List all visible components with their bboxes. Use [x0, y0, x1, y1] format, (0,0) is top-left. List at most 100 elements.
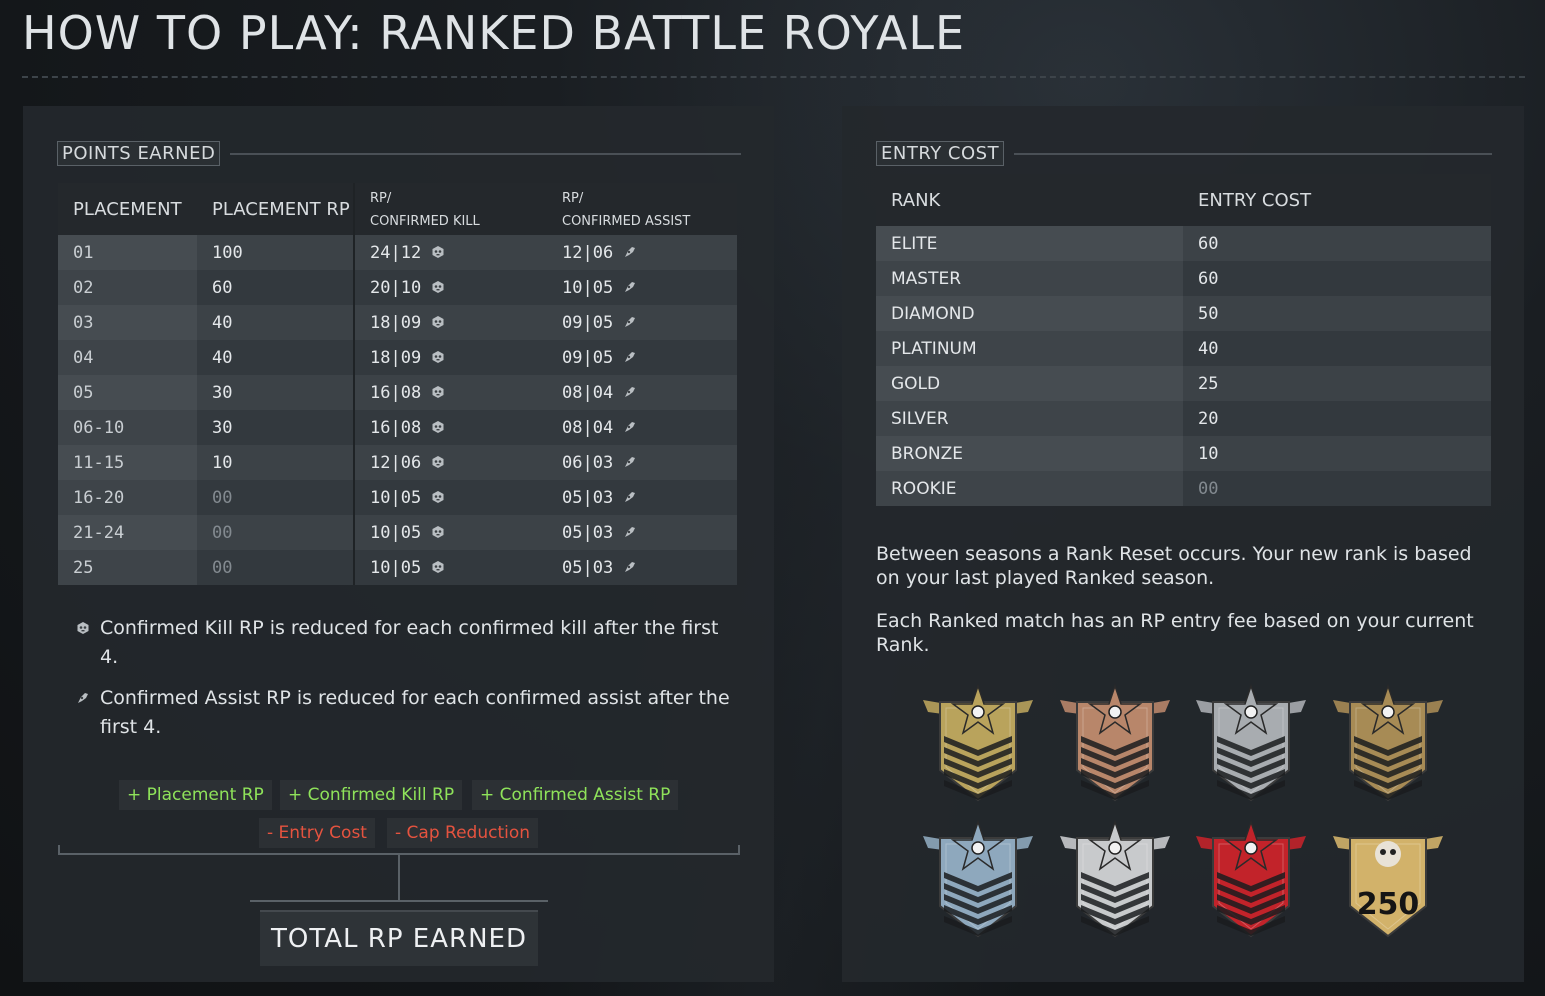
platinum-chevron-rank-badge — [1055, 814, 1175, 944]
title-divider — [22, 76, 1525, 78]
table-row: 01 100 24|12 12|06 — [58, 235, 737, 270]
gold-chevron-rank-badge — [918, 678, 1038, 808]
table-row: 06-10 30 16|08 08|04 — [58, 410, 737, 445]
header-placement-rp: PLACEMENT RP — [197, 183, 354, 235]
table-row: 21-24 00 10|05 05|03 — [58, 515, 737, 550]
confirmed-assist-icon — [625, 491, 636, 502]
table-row: 11-15 10 12|06 06|03 — [58, 445, 737, 480]
assist-rp-value: 08|04 — [562, 417, 614, 438]
placement-rp-cell: 40 — [197, 340, 354, 375]
placement-cell: 06-10 — [58, 410, 197, 445]
confirmed-kill-icon — [432, 350, 444, 363]
kill-rp-cell: 16|08 — [353, 410, 547, 445]
confirmed-kill-icon — [432, 385, 444, 398]
placement-cell: 02 — [58, 270, 197, 305]
kill-rp-cell: 10|05 — [353, 480, 547, 515]
confirmed-assist-icon — [625, 421, 636, 432]
assist-rp-value: 08|04 — [562, 382, 614, 403]
skull-250-rank-badge: 250 — [1328, 814, 1448, 944]
placement-cell: 05 — [58, 375, 197, 410]
confirmed-kill-icon — [77, 622, 89, 634]
confirmed-assist-icon — [625, 351, 636, 362]
table-row: ROOKIE 00 — [876, 471, 1491, 506]
confirmed-assist-icon — [625, 316, 636, 327]
entry-cost-chip: - Entry Cost — [259, 818, 375, 848]
confirmed-kill-icon — [432, 525, 444, 538]
table-row: 16-20 00 10|05 05|03 — [58, 480, 737, 515]
table-row: 02 60 20|10 10|05 — [58, 270, 737, 305]
confirmed-assist-icon — [625, 246, 636, 257]
table-row: 03 40 18|09 09|05 — [58, 305, 737, 340]
assist-rp-cell: 05|03 — [547, 515, 737, 550]
rank-cell: SILVER — [876, 401, 1183, 436]
entry-cost-cell: 60 — [1183, 226, 1491, 261]
assist-rp-value: 12|06 — [562, 242, 614, 263]
header-rank: RANK — [876, 174, 1183, 226]
assist-rp-value: 10|05 — [562, 277, 614, 298]
kill-rp-cell: 18|09 — [353, 340, 547, 375]
formula-result-bar — [250, 900, 548, 902]
placement-rp-cell: 40 — [197, 305, 354, 340]
header-assist-bottom: CONFIRMED ASSIST — [562, 214, 691, 229]
kill-rp-cell: 12|06 — [353, 445, 547, 480]
kill-rp-cell: 18|09 — [353, 305, 547, 340]
kill-rp-value: 16|08 — [370, 382, 422, 403]
table-row: GOLD 25 — [876, 366, 1491, 401]
points-earned-header: POINTS EARNED — [57, 141, 741, 166]
entry-cost-header: ENTRY COST — [876, 141, 1492, 166]
formula-connector — [398, 855, 400, 900]
confirmed-assist-icon — [625, 456, 636, 467]
assist-rp-cell: 09|05 — [547, 305, 737, 340]
gold-brown-chevron-rank-badge — [1328, 678, 1448, 808]
table-row: MASTER 60 — [876, 261, 1491, 296]
confirmed-kill-icon — [432, 280, 444, 293]
confirmed-kill-rp-chip: + Confirmed Kill RP — [280, 780, 463, 810]
confirmed-kill-icon — [432, 315, 444, 328]
header-kill-top: RP/ — [370, 191, 392, 206]
kill-rp-cell: 10|05 — [353, 515, 547, 550]
assist-rp-cell: 05|03 — [547, 550, 737, 585]
placement-cell: 04 — [58, 340, 197, 375]
rank-cell: ELITE — [876, 226, 1183, 261]
entry-cost-table: RANK ENTRY COST ELITE 60 MASTER 60 DIAMOND 50… — [876, 174, 1491, 506]
section-divider — [230, 152, 741, 155]
kill-rp-value: 18|09 — [370, 347, 422, 368]
kill-rp-value: 18|09 — [370, 312, 422, 333]
assist-rp-value: 09|05 — [562, 312, 614, 333]
points-table: PLACEMENT PLACEMENT RP RP/ CONFIRMED KIL… — [58, 183, 737, 585]
bronze-chevron-rank-badge — [1055, 678, 1175, 808]
page-title: HOW TO PLAY: RANKED BATTLE ROYALE — [22, 6, 966, 60]
table-row: 25 00 10|05 05|03 — [58, 550, 737, 585]
confirmed-assist-icon — [625, 561, 636, 572]
kill-rp-value: 20|10 — [370, 277, 422, 298]
confirmed-assist-icon — [625, 281, 636, 292]
assist-rp-cell: 08|04 — [547, 375, 737, 410]
confirmed-kill-icon — [432, 490, 444, 503]
placement-cell: 21-24 — [58, 515, 197, 550]
table-row: PLATINUM 40 — [876, 331, 1491, 366]
confirmed-assist-icon — [625, 386, 636, 397]
diamond-chevron-rank-badge — [918, 814, 1038, 944]
kill-rp-cell: 20|10 — [353, 270, 547, 305]
assist-rp-value: 06|03 — [562, 452, 614, 473]
header-placement: PLACEMENT — [58, 183, 197, 235]
header-kill-bottom: CONFIRMED KILL — [370, 214, 480, 229]
entry-cost-cell: 25 — [1183, 366, 1491, 401]
cap-reduction-chip: - Cap Reduction — [387, 818, 539, 848]
placement-rp-cell: 00 — [197, 550, 354, 585]
entry-cost-cell: 40 — [1183, 331, 1491, 366]
assist-note: Confirmed Assist RP is reduced for each … — [76, 684, 740, 742]
placement-rp-cell: 60 — [197, 270, 354, 305]
placement-cell: 16-20 — [58, 480, 197, 515]
table-row: ELITE 60 — [876, 226, 1491, 261]
total-rp-earned: TOTAL RP EARNED — [260, 910, 538, 966]
header-entry-cost: ENTRY COST — [1183, 174, 1491, 226]
formula-bracket-right — [738, 845, 740, 855]
rank-cell: ROOKIE — [876, 471, 1183, 506]
rank-cell: MASTER — [876, 261, 1183, 296]
kill-rp-value: 10|05 — [370, 522, 422, 543]
placement-rp-cell: 10 — [197, 445, 354, 480]
entry-cost-cell: 00 — [1183, 471, 1491, 506]
table-row: DIAMOND 50 — [876, 296, 1491, 331]
confirmed-kill-icon — [432, 560, 444, 573]
